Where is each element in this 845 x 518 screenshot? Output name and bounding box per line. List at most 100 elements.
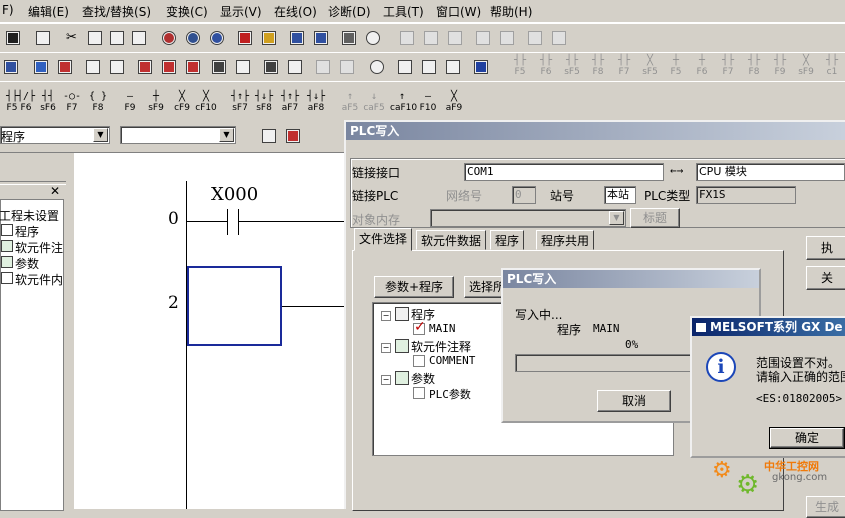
project-root[interactable]: 工程未设置 <box>0 207 59 224</box>
collapse-icon[interactable]: − <box>381 343 391 353</box>
sfc-icon[interactable] <box>312 56 334 78</box>
tab-file-selection[interactable]: 文件选择 <box>354 228 413 251</box>
ladder-key-f9[interactable]: — F9 <box>118 91 142 115</box>
ladder-mode-icon[interactable] <box>0 56 22 78</box>
tree-comment[interactable]: COMMENT <box>429 354 475 367</box>
copy-icon[interactable] <box>84 27 106 49</box>
sfc-key[interactable]: ┤├ F9 <box>768 55 792 79</box>
ladder-key-f6[interactable]: ┤/├ F6 <box>14 91 38 115</box>
ladder-key-sf8[interactable]: ┤↓├ sF8 <box>252 91 276 115</box>
collapse-icon[interactable]: − <box>381 375 391 385</box>
sfc-key[interactable]: ┤├ F6 <box>534 55 558 79</box>
comment-mode-icon[interactable] <box>106 56 128 78</box>
menu-edit[interactable]: 编辑(E) <box>28 3 69 20</box>
convert-icon[interactable] <box>260 56 282 78</box>
menu-diagnostics[interactable]: 诊断(D) <box>328 3 371 20</box>
monitor-icon[interactable] <box>286 27 308 49</box>
ladder-key-sf6[interactable]: ┤┤ sF6 <box>36 91 60 115</box>
ladder-key-f8[interactable]: { } F8 <box>86 91 110 115</box>
ladder-editor[interactable]: 0 X000 2 <box>70 153 350 509</box>
param-program-button[interactable]: 参数+程序 <box>374 276 454 298</box>
error-icon[interactable] <box>444 27 466 49</box>
note-icon[interactable] <box>182 56 204 78</box>
page-icon[interactable] <box>258 125 280 147</box>
ladder-key-af5[interactable]: ↑ aF5 <box>338 91 362 115</box>
sfc-key[interactable]: ┤├ F8 <box>742 55 766 79</box>
execute-button[interactable]: 执 <box>806 236 845 260</box>
list-mode-icon[interactable] <box>82 56 104 78</box>
device-test-icon[interactable] <box>362 27 384 49</box>
contact-symbol[interactable] <box>227 209 228 235</box>
monitor-write-icon[interactable] <box>310 27 332 49</box>
tree-item-device-comment[interactable]: 软元件注 <box>15 239 63 256</box>
cut-icon[interactable]: ✂ <box>60 27 82 49</box>
chevron-down-icon[interactable]: ▼ <box>219 128 234 142</box>
menu-online[interactable]: 在线(O) <box>274 3 317 20</box>
plc-parameter-checkbox[interactable] <box>413 387 425 399</box>
sfc-key[interactable]: ╳ sF9 <box>794 55 818 79</box>
io-assign-icon[interactable] <box>472 27 494 49</box>
sfc-key[interactable]: ┤├ F8 <box>586 55 610 79</box>
tree-item-parameter[interactable]: 参数 <box>15 255 39 272</box>
ladder-key-f10[interactable]: — F10 <box>416 91 440 115</box>
chevron-down-icon[interactable]: ▼ <box>609 211 624 225</box>
link-target-field[interactable]: CPU 模块 <box>696 163 845 181</box>
sfc-key[interactable]: ┼ F5 <box>664 55 688 79</box>
convert-all-icon[interactable] <box>284 56 306 78</box>
plc-type-field[interactable]: FX1S <box>696 186 796 204</box>
network-field[interactable]: 0 <box>512 186 536 204</box>
ok-button[interactable]: 确定 <box>769 427 845 449</box>
data-combo[interactable]: ▼ <box>120 126 236 144</box>
find-step-icon[interactable] <box>206 27 228 49</box>
tree-main[interactable]: MAIN <box>429 322 456 335</box>
ladder-key-af9[interactable]: ╳ aF9 <box>442 91 466 115</box>
partial-icon[interactable] <box>442 56 464 78</box>
menu-tools[interactable]: 工具(T) <box>383 3 424 20</box>
collapse-icon[interactable]: − <box>381 311 391 321</box>
ladder-key-caf5[interactable]: ↓ caF5 <box>362 91 386 115</box>
ladder-key-cf9[interactable]: ╳ cF9 <box>170 91 194 115</box>
tree-icon[interactable] <box>282 125 304 147</box>
statement-icon[interactable] <box>158 56 180 78</box>
sampling-icon[interactable] <box>496 27 518 49</box>
screen-icon[interactable] <box>470 56 492 78</box>
ladder-key-cf10[interactable]: ╳ cF10 <box>194 91 218 115</box>
find-device-icon[interactable] <box>158 27 180 49</box>
sfc-key[interactable]: ┤├ sF5 <box>560 55 584 79</box>
undo-icon[interactable] <box>128 27 150 49</box>
tab-program[interactable]: 程序 <box>490 230 525 250</box>
ladder-key-af7[interactable]: ┤↑├ aF7 <box>278 91 302 115</box>
chevron-down-icon[interactable]: ▼ <box>93 128 108 142</box>
sfc-key[interactable]: ╳ sF5 <box>638 55 662 79</box>
menu-file[interactable]: F) <box>2 3 14 17</box>
menu-find-replace[interactable]: 查找/替换(S) <box>82 3 151 20</box>
sfc-key[interactable]: ┤├ F5 <box>508 55 532 79</box>
menu-help[interactable]: 帮助(H) <box>490 3 532 20</box>
sfc-key[interactable]: ┤├ c1 <box>820 55 844 79</box>
tree-item-device-memory[interactable]: 软元件内 <box>15 271 63 288</box>
ladder-key-sf9[interactable]: ┼ sF9 <box>144 91 168 115</box>
monitor-mode-icon[interactable] <box>30 56 52 78</box>
title-button[interactable]: 标题 <box>630 208 680 228</box>
main-checkbox[interactable]: ✓ <box>413 319 426 335</box>
step-icon[interactable] <box>394 56 416 78</box>
sfc-zoom-icon[interactable] <box>336 56 358 78</box>
paste-icon[interactable] <box>106 27 128 49</box>
close-button[interactable]: 关 <box>806 266 845 290</box>
menu-convert[interactable]: 变换(C) <box>166 3 208 20</box>
ladder-key-sf7[interactable]: ┤↑├ sF7 <box>228 91 252 115</box>
tree-item-program[interactable]: 程序 <box>15 223 39 240</box>
ladder-key-caf10[interactable]: ↑ caF10 <box>390 91 417 115</box>
ladder-key-f7[interactable]: -○- F7 <box>60 91 84 115</box>
skip-icon[interactable] <box>418 56 440 78</box>
cancel-button[interactable]: 取消 <box>597 390 671 412</box>
read-plc-icon[interactable] <box>258 27 280 49</box>
sfc-key[interactable]: ┤├ F7 <box>612 55 636 79</box>
device-batch-icon[interactable] <box>338 27 360 49</box>
zoom-icon[interactable] <box>232 56 254 78</box>
write-mode-icon[interactable] <box>54 56 76 78</box>
print-icon[interactable] <box>32 27 54 49</box>
program-combo[interactable]: 程序 ▼ <box>0 126 110 144</box>
ladder-key-af8[interactable]: ┤↓├ aF8 <box>304 91 328 115</box>
menu-view[interactable]: 显示(V) <box>220 3 262 20</box>
